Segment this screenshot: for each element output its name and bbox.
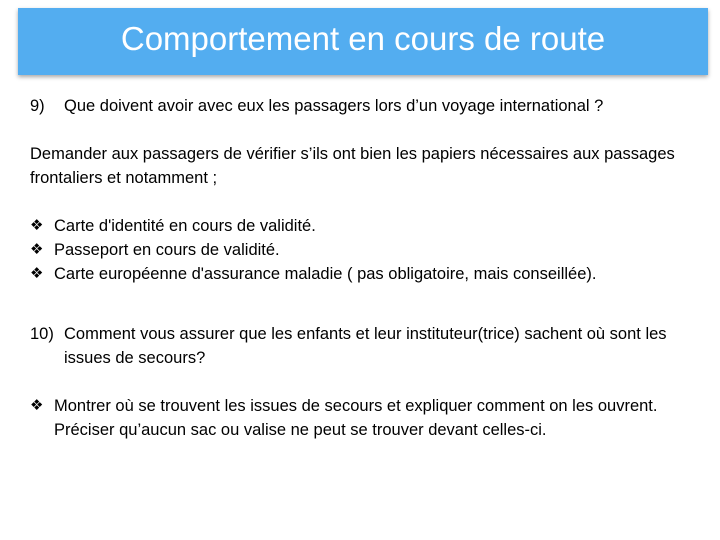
list-item: ❖ Carte européenne d'assurance maladie (…	[30, 262, 690, 286]
diamond-dots-icon: ❖	[30, 217, 44, 234]
question-10: 10) Comment vous assurer que les enfants…	[30, 322, 690, 370]
list-item: ❖ Passeport en cours de validité.	[30, 238, 690, 262]
answer-text: Demander aux passagers de vérifier s’ils…	[30, 145, 675, 187]
page-title: Comportement en cours de route	[120, 20, 606, 57]
question-text: Que doivent avoir avec eux les passagers…	[64, 97, 604, 115]
question-9: 9) Que doivent avoir avec eux les passag…	[30, 94, 690, 118]
list-item: ❖ Montrer où se trouvent les issues de s…	[30, 394, 690, 442]
question-number: 10)	[30, 325, 54, 343]
question-text: Comment vous assurer que les enfants et …	[64, 325, 667, 367]
diamond-dots-icon: ❖	[30, 397, 44, 414]
question-number: 9)	[30, 97, 45, 115]
list-item: ❖ Carte d'identité en cours de validité.	[30, 214, 690, 238]
diamond-dots-icon: ❖	[30, 241, 44, 258]
diamond-dots-icon: ❖	[30, 265, 44, 282]
title-banner: Comportement en cours de route	[18, 8, 708, 75]
slide-content: 9) Que doivent avoir avec eux les passag…	[30, 94, 690, 442]
